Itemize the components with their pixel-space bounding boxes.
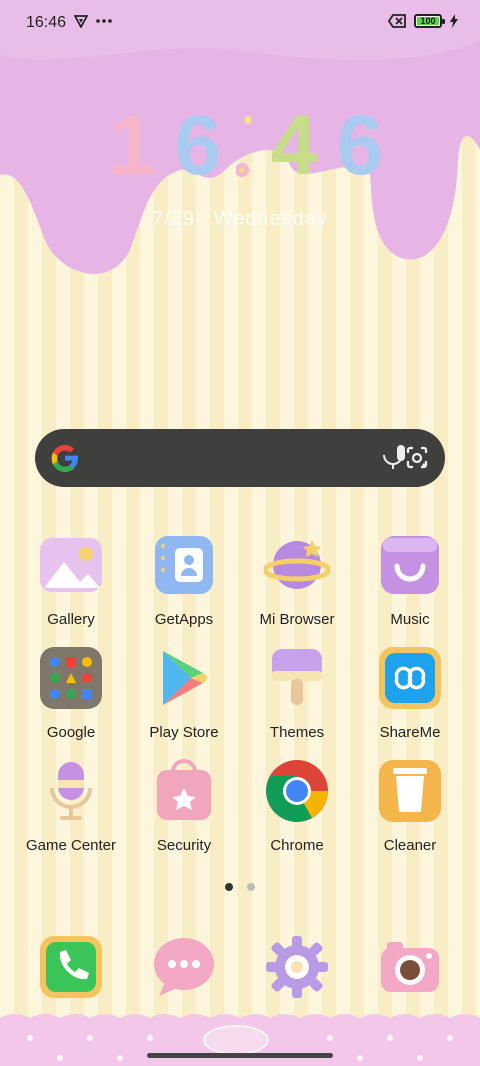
cleaner-icon <box>379 760 441 822</box>
app-play-store[interactable]: Play Store <box>127 645 241 745</box>
vpn-icon <box>74 15 88 28</box>
app-label: Themes <box>269 724 325 741</box>
app-getapps[interactable]: GetApps <box>127 532 241 632</box>
status-icons-left <box>74 14 112 28</box>
app-chrome[interactable]: Chrome <box>240 758 354 858</box>
dock-messages[interactable] <box>127 934 241 1006</box>
app-label: Gallery <box>47 611 95 628</box>
google-icon <box>51 445 78 472</box>
settings-icon <box>266 936 328 998</box>
page-dot-active[interactable] <box>225 883 233 891</box>
camera-icon <box>381 942 439 992</box>
app-label: Mi Browser <box>259 611 335 628</box>
app-label: Game Center <box>25 837 117 854</box>
app-label: ShareMe <box>379 724 441 741</box>
date-label: 7/29 Wednesday <box>0 208 480 231</box>
clock-widget[interactable]: 1 6 4 6 <box>104 100 394 190</box>
messages-icon <box>154 938 214 996</box>
app-label: GetApps <box>154 611 214 628</box>
app-label: Music <box>390 611 430 628</box>
chrome-icon <box>266 760 328 822</box>
status-time: 16:46 <box>26 14 67 31</box>
weekday-value: Wednesday <box>213 208 328 230</box>
app-mi-browser[interactable]: Mi Browser <box>240 532 354 632</box>
charging-icon <box>450 14 458 28</box>
app-cleaner[interactable]: Cleaner <box>353 758 467 858</box>
app-label: Chrome <box>270 837 324 854</box>
app-game-center[interactable]: Game Center <box>14 758 128 858</box>
app-label: Google <box>46 724 96 741</box>
clock-digit: 1 <box>108 98 156 192</box>
page-dot[interactable] <box>247 883 255 891</box>
clock-digit: 6 <box>336 98 384 192</box>
play-store-icon <box>163 651 207 705</box>
phone-icon <box>40 936 102 998</box>
gallery-icon <box>40 538 102 592</box>
status-bar: 16:46 100 <box>0 0 480 46</box>
clock-digit: 4 <box>270 98 318 192</box>
page-indicator[interactable] <box>0 883 480 891</box>
battery-icon: 100 <box>414 14 445 28</box>
music-icon <box>381 536 439 594</box>
no-sim-icon <box>388 14 406 28</box>
app-security[interactable]: Security <box>127 758 241 858</box>
lens-icon[interactable] <box>403 445 431 471</box>
app-shareme[interactable]: ShareMe <box>353 645 467 745</box>
google-folder-icon <box>40 647 102 709</box>
dock-settings[interactable] <box>240 934 354 1006</box>
status-icons-right: 100 <box>388 14 458 28</box>
security-icon <box>157 759 211 820</box>
app-label: Security <box>156 837 212 854</box>
battery-level: 100 <box>420 16 436 26</box>
dock-camera[interactable] <box>353 934 467 1006</box>
app-google-folder[interactable]: Google <box>14 645 128 745</box>
app-themes[interactable]: Themes <box>240 645 354 745</box>
app-label: Cleaner <box>383 837 437 854</box>
clock-flowers-icon <box>235 100 256 190</box>
battery-nub <box>442 19 445 24</box>
home-indicator[interactable] <box>147 1053 333 1058</box>
more-notifications-icon <box>96 19 112 23</box>
app-gallery[interactable]: Gallery <box>14 532 128 632</box>
browser-icon <box>262 540 332 589</box>
clock-digit: 6 <box>174 98 222 192</box>
google-search-bar[interactable] <box>35 429 445 487</box>
app-music[interactable]: Music <box>353 532 467 632</box>
date-value: 7/29 <box>152 208 196 230</box>
app-label: Play Store <box>149 724 219 741</box>
shareme-icon <box>379 647 441 709</box>
dock-phone[interactable] <box>14 934 128 1006</box>
game-center-icon <box>50 762 92 820</box>
getapps-icon <box>155 536 213 594</box>
themes-icon <box>272 649 322 705</box>
